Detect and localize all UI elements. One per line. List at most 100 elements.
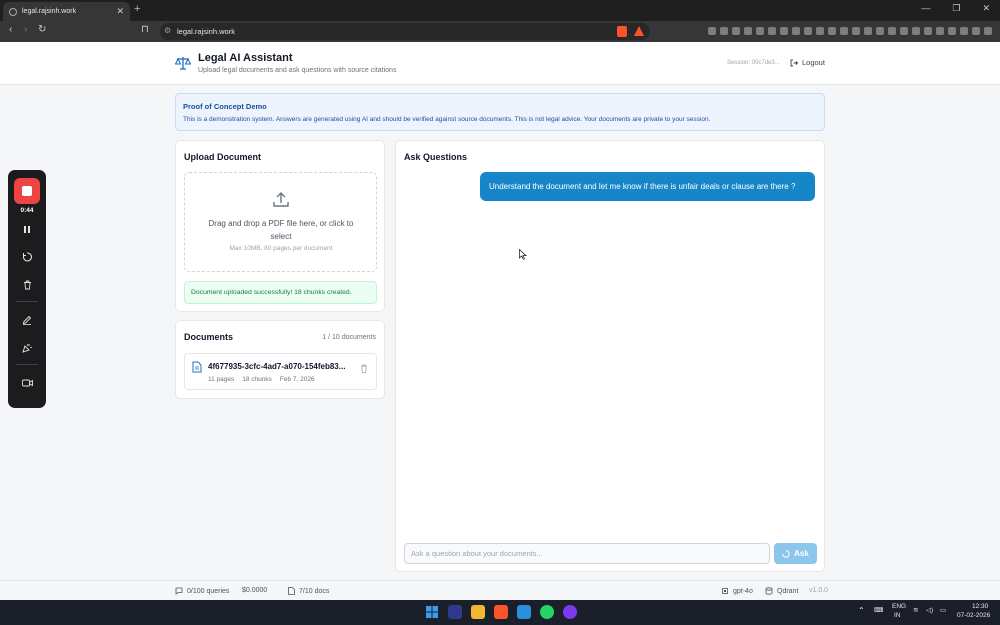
document-meta: 11 pages 18 chunks Feb 7, 2026: [208, 376, 315, 383]
whatsapp-icon[interactable]: [540, 605, 554, 619]
user-message: Understand the document and let me know …: [480, 172, 815, 201]
vector-db-name: Qdrant: [777, 587, 799, 595]
restart-icon: [23, 252, 32, 262]
extension-icon[interactable]: [732, 27, 740, 35]
tab-title: legal.rajsinh.work: [22, 8, 77, 15]
browser-tabbar: legal.rajsinh.work ✕ + — ❐ ✕: [0, 0, 1000, 21]
pause-icon: [24, 225, 30, 233]
new-tab-button[interactable]: +: [134, 3, 140, 15]
extension-icon[interactable]: [852, 27, 860, 35]
clock-date: 07-02-2026: [957, 612, 991, 619]
draw-button[interactable]: [20, 313, 34, 327]
trash-icon[interactable]: [360, 364, 368, 373]
extension-icon[interactable]: [960, 27, 968, 35]
queries-count: 0/100 queries: [187, 587, 230, 595]
docs-count: 7/10 docs: [299, 587, 330, 595]
extension-icon[interactable]: [876, 27, 884, 35]
extension-icon[interactable]: [744, 27, 752, 35]
question-input[interactable]: [404, 543, 770, 564]
github-desktop-icon[interactable]: [563, 605, 577, 619]
extension-icon[interactable]: [948, 27, 956, 35]
windows-start-icon[interactable]: [425, 605, 439, 619]
ask-button-label: Ask: [794, 549, 809, 558]
extension-icon[interactable]: [936, 27, 944, 35]
globe-icon: [9, 7, 17, 16]
maximize-button[interactable]: ❐: [952, 3, 960, 14]
pdf-dropzone[interactable]: Drag and drop a PDF file here, or click …: [184, 172, 377, 272]
brave-shields-icon[interactable]: [617, 26, 627, 37]
extension-icon[interactable]: [816, 27, 824, 35]
divider: [16, 301, 38, 302]
browser-toolbar: ‹ › ↻ ⊓ ⚙ legal.rajsinh.work: [0, 21, 1000, 42]
language-indicator[interactable]: ENG: [892, 603, 906, 610]
address-bar[interactable]: ⚙ legal.rajsinh.work: [160, 23, 650, 40]
extension-icon[interactable]: [912, 27, 920, 35]
extension-icon[interactable]: [864, 27, 872, 35]
bookmark-icon[interactable]: ⊓: [141, 24, 149, 35]
session-id: Session: 00c7de3...: [727, 60, 780, 66]
extension-icon[interactable]: [888, 27, 896, 35]
ask-button[interactable]: Ask: [774, 543, 817, 564]
wifi-icon[interactable]: ≋: [913, 606, 918, 614]
document-chunks: 18 chunks: [242, 376, 272, 383]
poc-banner: Proof of Concept Demo This is a demonstr…: [175, 93, 825, 131]
forward-icon[interactable]: ›: [24, 24, 27, 35]
stop-recording-button[interactable]: [14, 178, 40, 204]
volume-icon[interactable]: ◁): [926, 606, 933, 614]
site-settings-icon[interactable]: ⚙: [164, 26, 171, 35]
chip-icon: [722, 588, 728, 594]
extension-icon[interactable]: [756, 27, 764, 35]
version: v1.0.0: [809, 587, 829, 594]
app-subtitle: Upload legal documents and ask questions…: [198, 67, 397, 74]
extension-icon[interactable]: [972, 27, 980, 35]
app-footer: 0/100 queries $0.0000 7/10 docs gpt-4o Q…: [0, 580, 1000, 600]
logout-label: Logout: [802, 58, 825, 67]
extension-icon[interactable]: [780, 27, 788, 35]
document-item[interactable]: 4f677935-3cfc-4ad7-a070-154feb83... 11 p…: [184, 353, 377, 390]
file-explorer-icon[interactable]: [471, 605, 485, 619]
close-tab-icon[interactable]: ✕: [116, 6, 124, 17]
scales-icon: [175, 57, 191, 70]
minimize-button[interactable]: —: [921, 3, 930, 14]
extension-icon[interactable]: [792, 27, 800, 35]
logout-button[interactable]: Logout: [790, 58, 825, 67]
logout-icon: [790, 59, 798, 66]
camera-button[interactable]: [20, 376, 34, 390]
ask-card: Ask Questions Understand the document an…: [395, 140, 825, 572]
keyboard-icon[interactable]: ⌨: [874, 606, 883, 614]
queries-stat: 0/100 queries: [175, 587, 229, 595]
back-icon[interactable]: ‹: [9, 24, 12, 35]
restart-button[interactable]: [20, 250, 34, 264]
delete-recording-button[interactable]: [20, 278, 34, 292]
brave-browser-icon[interactable]: [494, 605, 508, 619]
reload-icon[interactable]: ↻: [38, 24, 46, 35]
extension-icon[interactable]: [924, 27, 932, 35]
battery-icon[interactable]: ▭: [940, 606, 946, 614]
extension-icon[interactable]: [984, 27, 992, 35]
region-indicator: IN: [894, 612, 901, 619]
banner-title: Proof of Concept Demo: [183, 102, 267, 111]
vscode-icon[interactable]: [517, 605, 531, 619]
document-name: 4f677935-3cfc-4ad7-a070-154feb83...: [208, 362, 346, 371]
dropzone-hint: Max 10MB, 80 pages per document: [229, 245, 333, 252]
extension-icon[interactable]: [708, 27, 716, 35]
upload-card: Upload Document Drag and drop a PDF file…: [175, 140, 385, 312]
close-window-button[interactable]: ✕: [982, 3, 990, 14]
browser-tab[interactable]: legal.rajsinh.work ✕: [3, 2, 130, 21]
effects-button[interactable]: [20, 341, 34, 355]
app-icon[interactable]: [448, 605, 462, 619]
vector-db-stat: Qdrant: [765, 587, 798, 595]
extension-icon[interactable]: [720, 27, 728, 35]
extension-icon[interactable]: [768, 27, 776, 35]
extension-icon[interactable]: [804, 27, 812, 35]
extension-icon[interactable]: [840, 27, 848, 35]
extension-icon[interactable]: [828, 27, 836, 35]
clock-time[interactable]: 12:30: [972, 603, 988, 610]
chevron-up-icon[interactable]: ⌃: [858, 606, 865, 615]
extension-icon[interactable]: [900, 27, 908, 35]
app-title: Legal AI Assistant: [198, 52, 293, 64]
pause-button[interactable]: [20, 222, 34, 236]
cost-stat: $0.0000: [242, 587, 267, 594]
ask-title: Ask Questions: [404, 152, 468, 162]
extensions-bar: [708, 27, 992, 35]
